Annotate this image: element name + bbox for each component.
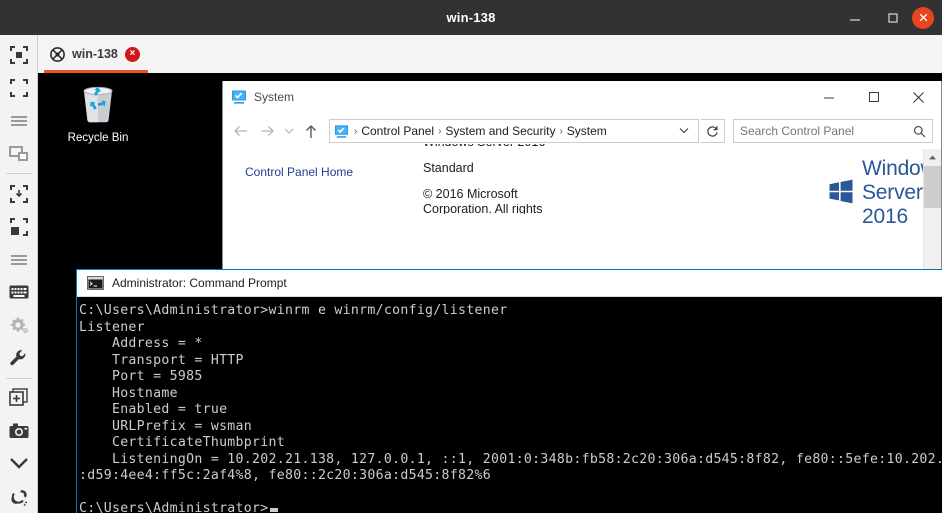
system-icon xyxy=(231,89,247,105)
scrollbar-thumb[interactable] xyxy=(924,166,941,208)
window-restore-icon[interactable] xyxy=(0,138,38,171)
breadcrumb-item-control-panel[interactable]: Control Panel xyxy=(359,124,436,138)
recycle-bin-label: Recycle Bin xyxy=(67,132,129,144)
control-panel-home-link[interactable]: Control Panel Home xyxy=(245,165,353,179)
command-prompt-icon xyxy=(87,276,104,290)
tab-label: win-138 xyxy=(72,47,118,61)
system-window-scrollbar[interactable] xyxy=(923,149,941,280)
terminal-line-3: Transport = HTTP xyxy=(79,352,244,368)
search-icon[interactable] xyxy=(913,125,926,138)
left-toolbar xyxy=(0,35,38,513)
forward-button[interactable] xyxy=(255,118,279,144)
system-maximize-button[interactable] xyxy=(851,81,896,113)
system-properties-pane: Windows Server 2016 Standard © 2016 Micr… xyxy=(403,144,941,280)
toolbar-divider-2 xyxy=(5,377,32,379)
windows-flag-icon xyxy=(828,178,854,209)
system-window-titlebar: System xyxy=(223,81,941,113)
close-button[interactable] xyxy=(912,6,934,29)
system-window-title: System xyxy=(254,90,295,104)
wrench-icon[interactable] xyxy=(0,342,38,375)
command-prompt-title: Administrator: Command Prompt xyxy=(112,276,287,290)
control-panel-sidebar: Control Panel Home xyxy=(223,149,403,280)
expand-icon[interactable] xyxy=(0,210,38,243)
control-panel-icon xyxy=(334,124,349,139)
settings-gear-icon[interactable] xyxy=(0,309,38,342)
window-controls xyxy=(836,0,942,35)
close-button-wrap xyxy=(912,0,942,35)
up-button[interactable] xyxy=(299,118,323,144)
scale-down-icon[interactable] xyxy=(0,177,38,210)
recent-locations-button[interactable] xyxy=(281,118,297,144)
system-control-panel-window[interactable]: System › Control Panel › System and Secu… xyxy=(222,81,942,281)
tab-win-138[interactable]: win-138 × xyxy=(38,35,154,73)
windows-edition-standard: Standard xyxy=(423,161,474,175)
scroll-up-icon[interactable] xyxy=(924,149,941,166)
maximize-button[interactable] xyxy=(874,0,912,35)
fit-to-screen-icon[interactable] xyxy=(0,39,38,72)
minimize-button[interactable] xyxy=(836,0,874,35)
system-close-button[interactable] xyxy=(896,81,941,113)
terminal-line-12: C:\Users\Administrator> xyxy=(79,501,269,513)
system-window-body: Control Panel Home Windows Server 2016 S… xyxy=(223,144,941,280)
system-window-controls xyxy=(806,81,941,113)
search-control-panel-box[interactable]: Search Control Panel xyxy=(733,119,933,143)
list-icon[interactable] xyxy=(0,243,38,276)
refresh-button[interactable] xyxy=(701,119,725,143)
terminal-line-8: CertificateThumbprint xyxy=(79,435,285,450)
remote-desktop-surface[interactable]: Recycle Bin System › Control Panel › Sys… xyxy=(38,73,942,513)
tab-close-icon[interactable]: × xyxy=(124,46,140,62)
tab-strip: win-138 × xyxy=(38,35,942,74)
menu-icon[interactable] xyxy=(0,105,38,138)
breadcrumb-separator-0: › xyxy=(354,125,358,137)
breadcrumb-item-system-and-security[interactable]: System and Security xyxy=(443,124,557,138)
logo-year: 2016 xyxy=(862,205,908,228)
connection-icon xyxy=(50,46,65,62)
terminal-line-5: Hostname xyxy=(79,385,178,401)
chevron-down-icon[interactable] xyxy=(0,447,38,480)
breadcrumb-separator-1: › xyxy=(438,125,442,137)
breadcrumb-item-system[interactable]: System xyxy=(565,124,609,138)
search-input[interactable]: Search Control Panel xyxy=(740,124,913,138)
address-dropdown-icon[interactable] xyxy=(671,126,695,137)
terminal-line-9: ListeningOn = 10.202.21.138, 127.0.0.1, … xyxy=(79,451,942,467)
fullscreen-icon[interactable] xyxy=(0,72,38,105)
address-bar[interactable]: › Control Panel › System and Security › … xyxy=(329,119,699,143)
windows-edition-text: Windows Server 2016 xyxy=(423,144,713,149)
terminal-line-6: Enabled = true xyxy=(79,402,228,417)
terminal-cursor xyxy=(269,508,278,512)
terminal-output[interactable]: C:\Users\Administrator>winrm e winrm/con… xyxy=(77,297,942,513)
copyright-line-2-clip: Corporation. All rights xyxy=(423,204,663,214)
copyright-line-1: © 2016 Microsoft xyxy=(423,187,518,201)
app-titlebar: win-138 xyxy=(0,0,942,35)
terminal-line-1: Listener xyxy=(79,319,145,335)
keyboard-icon[interactable] xyxy=(0,276,38,309)
terminal-line-7: URLPrefix = wsman xyxy=(79,418,253,434)
desktop-icon-recycle-bin[interactable]: Recycle Bin xyxy=(52,81,144,144)
copyright-line-2: Corporation. All rights xyxy=(423,204,543,214)
breadcrumb-separator-2: › xyxy=(559,125,563,137)
back-button[interactable] xyxy=(229,118,253,144)
app-title: win-138 xyxy=(446,10,496,25)
terminal-line-4: Port = 5985 xyxy=(79,369,203,384)
broken-link-icon[interactable] xyxy=(0,480,38,513)
toolbar-divider xyxy=(5,173,32,175)
windows-edition-clipped: Windows Server 2016 xyxy=(423,144,713,160)
new-window-icon[interactable] xyxy=(0,382,38,415)
camera-icon[interactable] xyxy=(0,414,38,447)
terminal-line-2: Address = * xyxy=(79,336,203,351)
system-minimize-button[interactable] xyxy=(806,81,851,113)
command-prompt-titlebar: Administrator: Command Prompt xyxy=(77,270,942,297)
recycle-bin-icon xyxy=(78,81,118,128)
terminal-line-0: C:\Users\Administrator>winrm e winrm/con… xyxy=(79,303,508,318)
terminal-line-10: :d59:4ee4:ff5c:2af4%8, fe80::2c20:306a:d… xyxy=(79,468,491,483)
remote-desktop-client: win-138 win-138 × Recycle Bin System › C… xyxy=(0,0,942,513)
command-prompt-window[interactable]: Administrator: Command Prompt C:\Users\A… xyxy=(76,269,942,513)
